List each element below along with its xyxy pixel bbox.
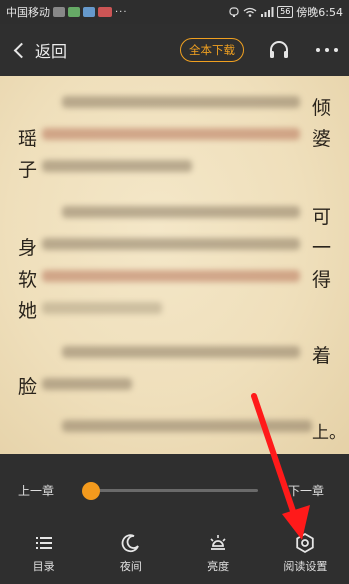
- carrier-label: 中国移动: [6, 6, 50, 19]
- page-text-glyph: 子: [18, 159, 38, 181]
- blurred-line: [42, 160, 192, 172]
- blurred-line: [42, 378, 132, 390]
- blurred-line: [42, 270, 300, 282]
- headphone-icon[interactable]: [268, 40, 290, 60]
- back-label: 返回: [35, 42, 68, 61]
- tab-label: 亮度: [207, 560, 230, 573]
- dot: [316, 48, 320, 52]
- page-text-glyph: 身: [18, 237, 38, 259]
- reading-page[interactable]: 瑶 子 身 软 她 脸 倾 婆 可 一 得 着 上。: [0, 76, 349, 454]
- status-bar: 中国移动 ··· 56 傍晚6:54: [0, 0, 349, 24]
- page-text-glyph: 得: [312, 269, 332, 291]
- back-button[interactable]: 返回: [12, 38, 67, 62]
- page-text-glyph: 着: [312, 345, 332, 367]
- page-text-glyph: 脸: [18, 376, 38, 398]
- page-text-glyph: 瑶: [18, 128, 38, 150]
- wifi-icon: [243, 7, 257, 17]
- brightness-icon: [210, 535, 226, 550]
- catalog-icon: [35, 537, 52, 549]
- dot: [325, 48, 329, 52]
- app-notification-icon: [53, 7, 65, 17]
- status-right: 56 傍晚6:54: [228, 4, 343, 20]
- page-text-glyph: 一: [312, 237, 332, 259]
- download-full-book-button[interactable]: 全本下载: [180, 38, 244, 62]
- blurred-text-content: [0, 76, 349, 454]
- night-mode-tab[interactable]: 夜间: [87, 528, 174, 584]
- blurred-line: [42, 128, 300, 140]
- catalog-tab[interactable]: 目录: [0, 528, 87, 584]
- blurred-line: [62, 206, 300, 218]
- page-text-glyph: 软: [18, 269, 38, 291]
- chapter-progress-slider[interactable]: [90, 489, 258, 492]
- dot: [334, 48, 338, 52]
- blurred-line: [62, 420, 312, 432]
- page-text-glyph: 可: [312, 206, 332, 228]
- page-text-glyph: 婆: [312, 128, 332, 150]
- reader-toolbar: 返回 全本下载: [0, 24, 349, 76]
- clock: 傍晚6:54: [296, 6, 343, 19]
- tab-label: 夜间: [119, 560, 142, 573]
- app-notification-icon: [68, 7, 80, 17]
- signal-icon: [261, 7, 274, 17]
- more-options-icon[interactable]: [316, 40, 338, 60]
- reader-menu-tabs: 目录 夜间 亮度 阅读设置: [0, 528, 349, 584]
- reading-settings-tab[interactable]: 阅读设置: [262, 528, 349, 584]
- chevron-left-icon: [13, 42, 30, 58]
- status-left: 中国移动 ···: [6, 4, 128, 20]
- brightness-tab[interactable]: 亮度: [175, 528, 262, 584]
- reading-settings-icon: [296, 532, 315, 554]
- page-text-glyph: 上。: [312, 423, 346, 443]
- next-chapter-button[interactable]: 下一章: [288, 482, 324, 499]
- chapter-navigation: 上一章 下一章: [0, 454, 349, 522]
- app-notification-icon: [83, 7, 95, 17]
- page-text-glyph: 她: [18, 300, 38, 322]
- blurred-line: [62, 346, 300, 358]
- reader-bottom-panel: 上一章 下一章 目录 夜间 亮度 阅读设置: [0, 454, 349, 584]
- slider-thumb[interactable]: [82, 482, 100, 500]
- night-mode-icon: [121, 534, 139, 553]
- tab-label: 目录: [32, 560, 55, 573]
- battery-indicator: 56: [277, 6, 294, 18]
- blurred-line: [62, 96, 300, 108]
- blurred-line: [42, 238, 300, 250]
- tab-label: 阅读设置: [283, 560, 328, 573]
- previous-chapter-button[interactable]: 上一章: [18, 482, 54, 499]
- app-notification-icon: [98, 7, 112, 17]
- more-notifications-icon: ···: [115, 6, 128, 18]
- page-text-glyph: 倾: [312, 97, 332, 119]
- notification-bell-icon: [229, 7, 239, 17]
- blurred-line: [42, 302, 162, 314]
